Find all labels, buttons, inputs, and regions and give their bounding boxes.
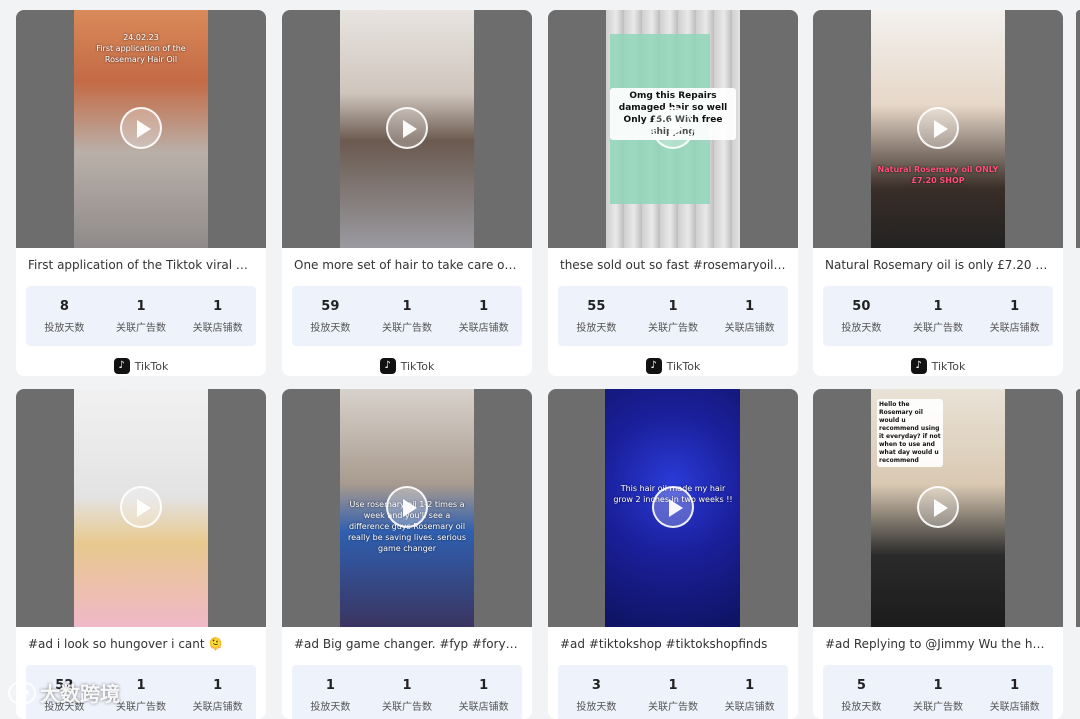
video-card[interactable]: This hair oil made my hair grow 2 inches… bbox=[548, 389, 798, 719]
stats-panel: 8 投放天数 1 关联广告数 1 关联店铺数 bbox=[26, 286, 256, 346]
video-title[interactable]: First application of the Tiktok viral Na… bbox=[16, 248, 266, 284]
days-value: 3 bbox=[591, 678, 601, 693]
platform-label: TikTok bbox=[134, 359, 169, 373]
video-card[interactable]: Use rosemary oil 1-2 times a week and yo… bbox=[282, 389, 532, 719]
ads-value: 1 bbox=[402, 299, 412, 314]
shops-value: 1 bbox=[745, 678, 755, 693]
video-overlay-text: 24.02.23 First application of the Rosema… bbox=[96, 33, 186, 64]
video-title[interactable]: #ad #tiktokshop #tiktokshopfinds bbox=[548, 627, 798, 663]
shops-value: 1 bbox=[479, 678, 489, 693]
days-label: 投放天数 bbox=[310, 323, 351, 334]
video-thumbnail[interactable]: 24.02.23 First application of the Rosema… bbox=[16, 10, 266, 248]
video-thumbnail[interactable]: Hello the Rosemary oil would u recommend… bbox=[813, 389, 1063, 627]
video-thumbnail[interactable]: Omg this Repairs damaged hair so well On… bbox=[548, 10, 798, 248]
days-label: 投放天数 bbox=[44, 323, 85, 334]
play-icon[interactable] bbox=[917, 107, 959, 149]
watermark-logo-icon bbox=[8, 681, 36, 704]
shops-value: 1 bbox=[1010, 678, 1020, 693]
tiktok-icon: ♪ bbox=[910, 358, 927, 374]
days-value: 5 bbox=[856, 678, 866, 693]
video-thumbnail[interactable] bbox=[16, 389, 266, 627]
video-thumbnail[interactable]: Use rosemary oil 1-2 times a week and yo… bbox=[282, 389, 532, 627]
shops-value: 1 bbox=[213, 678, 223, 693]
play-icon[interactable] bbox=[917, 486, 959, 528]
shops-label: 关联店铺数 bbox=[989, 323, 1040, 334]
shops-label: 关联店铺数 bbox=[458, 323, 509, 334]
stats-panel: 50 投放天数 1 关联广告数 1 关联店铺数 bbox=[823, 286, 1053, 346]
video-title[interactable]: #ad Big game changer. #fyp #foryoup... bbox=[282, 627, 532, 663]
video-card[interactable]: One more set of hair to take care of ...… bbox=[282, 10, 532, 376]
video-card[interactable]: Natural Rosemary oil ONLY £7.20 SHOP Nat… bbox=[813, 10, 1063, 376]
video-thumbnail[interactable]: This hair oil made my hair grow 2 inches… bbox=[548, 389, 798, 627]
next-card-edge bbox=[1076, 389, 1080, 627]
video-title[interactable]: #ad Replying to @Jimmy Wu the hair ... bbox=[813, 627, 1063, 663]
stats-panel: 59 投放天数 1 关联广告数 1 关联店铺数 bbox=[292, 286, 522, 346]
platform-badge: ♪ TikTok bbox=[282, 346, 532, 376]
video-card[interactable]: #ad i look so hungover i cant 🫠 52 投放天数 1… bbox=[16, 389, 266, 719]
video-title[interactable]: #ad i look so hungover i cant 🫠 bbox=[16, 627, 266, 663]
video-card[interactable]: Omg this Repairs damaged hair so well On… bbox=[548, 10, 798, 376]
stats-panel: 55 投放天数 1 关联广告数 1 关联店铺数 bbox=[558, 286, 788, 346]
play-icon[interactable] bbox=[120, 107, 162, 149]
play-icon[interactable] bbox=[652, 107, 694, 149]
platform-label: TikTok bbox=[931, 359, 966, 373]
shops-value: 1 bbox=[1010, 299, 1020, 314]
ads-value: 1 bbox=[136, 299, 146, 314]
platform-label: TikTok bbox=[666, 359, 701, 373]
days-value: 55 bbox=[587, 299, 606, 314]
video-ad-grid: 24.02.23 First application of the Rosema… bbox=[0, 0, 1080, 719]
video-overlay-text: Hello the Rosemary oil would u recommend… bbox=[877, 399, 943, 467]
video-title[interactable]: One more set of hair to take care of ... bbox=[282, 248, 532, 284]
days-label: 投放天数 bbox=[841, 323, 882, 334]
video-card[interactable]: Hello the Rosemary oil would u recommend… bbox=[813, 389, 1063, 719]
shops-value: 1 bbox=[745, 299, 755, 314]
ads-label: 关联广告数 bbox=[116, 323, 166, 334]
days-label: 投放天数 bbox=[576, 323, 617, 334]
tiktok-icon: ♪ bbox=[645, 358, 662, 374]
platform-label: TikTok bbox=[400, 359, 435, 373]
ads-value: 1 bbox=[668, 299, 678, 314]
play-icon[interactable] bbox=[652, 486, 694, 528]
days-value: 50 bbox=[852, 299, 871, 314]
video-card[interactable]: 24.02.23 First application of the Rosema… bbox=[16, 10, 266, 376]
play-icon[interactable] bbox=[386, 107, 428, 149]
shops-label: 关联店铺数 bbox=[192, 323, 243, 334]
video-title[interactable]: these sold out so fast #rosemaryoil #h..… bbox=[548, 248, 798, 284]
platform-badge: ♪ TikTok bbox=[548, 346, 798, 376]
play-icon[interactable] bbox=[386, 486, 428, 528]
video-overlay-text: Natural Rosemary oil ONLY £7.20 SHOP bbox=[877, 165, 999, 185]
video-thumbnail[interactable]: Natural Rosemary oil ONLY £7.20 SHOP bbox=[813, 10, 1063, 248]
ads-value: 1 bbox=[933, 678, 943, 693]
tiktok-icon: ♪ bbox=[113, 358, 130, 374]
platform-badge: ♪ TikTok bbox=[16, 346, 266, 376]
watermark: 大数跨境 bbox=[8, 678, 120, 707]
ads-value: 1 bbox=[933, 299, 943, 314]
shops-value: 1 bbox=[479, 299, 489, 314]
video-thumbnail[interactable] bbox=[282, 10, 532, 248]
shops-label: 关联店铺数 bbox=[724, 323, 775, 334]
days-value: 59 bbox=[321, 299, 340, 314]
tiktok-icon: ♪ bbox=[379, 358, 396, 374]
ads-label: 关联广告数 bbox=[913, 323, 963, 334]
video-title[interactable]: Natural Rosemary oil is only £7.20 TO... bbox=[813, 248, 1063, 284]
ads-label: 关联广告数 bbox=[382, 323, 432, 334]
days-value: 1 bbox=[325, 678, 335, 693]
ads-value: 1 bbox=[668, 678, 678, 693]
ads-value: 1 bbox=[402, 678, 412, 693]
play-icon[interactable] bbox=[120, 486, 162, 528]
days-value: 8 bbox=[59, 299, 69, 314]
shops-value: 1 bbox=[213, 299, 223, 314]
watermark-text: 大数跨境 bbox=[40, 682, 120, 706]
ads-label: 关联广告数 bbox=[648, 323, 698, 334]
platform-badge: ♪ TikTok bbox=[813, 346, 1063, 376]
next-card-edge bbox=[1076, 10, 1080, 248]
